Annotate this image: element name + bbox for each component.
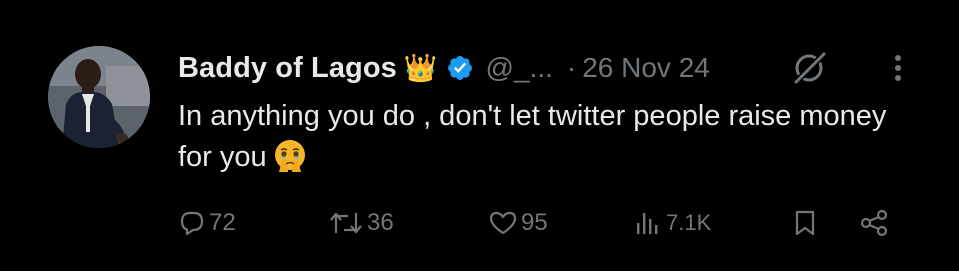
face-holding-back-tears-emoji <box>274 140 305 173</box>
share-button[interactable] <box>858 200 890 246</box>
tweet-header: Baddy of Lagos 👑 @_... · 26 Nov 24 <box>178 48 710 88</box>
avatar[interactable] <box>48 46 150 148</box>
bookmark-icon <box>795 210 815 236</box>
reply-icon <box>180 211 204 236</box>
display-name[interactable]: Baddy of Lagos <box>178 52 397 85</box>
retweet-icon <box>330 212 362 234</box>
crown-emoji: 👑 <box>403 52 438 84</box>
avatar-image <box>48 46 150 148</box>
separator-dot: · <box>566 52 577 83</box>
reply-count: 72 <box>209 209 236 236</box>
views-icon <box>637 213 658 234</box>
like-button[interactable]: 95 <box>488 200 548 246</box>
views-button[interactable]: 7.1K <box>634 200 711 246</box>
retweet-count: 36 <box>367 209 394 236</box>
handle[interactable]: @_... <box>486 52 553 84</box>
reply-button[interactable]: 72 <box>178 200 236 246</box>
timestamp[interactable]: 26 Nov 24 <box>582 52 710 84</box>
bookmark-button[interactable] <box>790 200 820 246</box>
tweet-text: In anything you do , don't let twitter p… <box>178 96 918 178</box>
more-icon[interactable] <box>888 50 908 86</box>
action-bar: 72 36 95 7.1K <box>0 200 959 250</box>
like-icon <box>489 211 517 235</box>
like-count: 95 <box>521 209 548 236</box>
tweet-card[interactable]: Baddy of Lagos 👑 @_... · 26 Nov 24 In an… <box>0 0 959 271</box>
share-icon <box>860 209 888 237</box>
grok-icon[interactable] <box>790 50 830 86</box>
retweet-button[interactable]: 36 <box>328 200 394 246</box>
verified-badge-icon[interactable] <box>446 54 474 82</box>
views-count: 7.1K <box>666 210 712 235</box>
